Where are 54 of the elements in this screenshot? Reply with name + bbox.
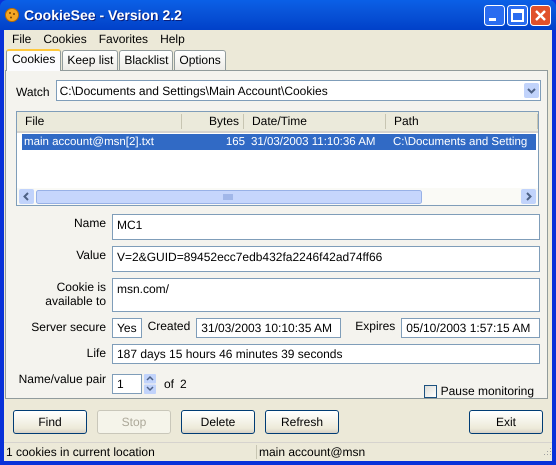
action-button[interactable]: Delete [181, 410, 255, 434]
life-field[interactable]: 187 days 15 hours 46 minutes 39 seconds [112, 344, 540, 364]
field-label: Created [148, 318, 190, 333]
status-text: main account@msn [258, 445, 366, 459]
window-title: CookieSee - Version 2.2 [24, 7, 183, 23]
menu-item[interactable]: Favorites [92, 32, 154, 46]
tab[interactable]: Cookies [6, 49, 62, 71]
minimize-button[interactable] [484, 4, 505, 26]
name-field[interactable]: MC1 [112, 214, 540, 240]
secure-field[interactable]: Yes [112, 318, 142, 338]
table-cell-text: C:\Documents and Setting [392, 136, 528, 148]
field-label: Life [86, 345, 106, 362]
column-header[interactable]: Path [386, 114, 538, 129]
field-label: Name/value pair [18, 371, 106, 388]
value-field[interactable]: V=2&GUID=89452ecc7edb432fa2246f42ad74ff66 [112, 246, 540, 272]
tab[interactable]: Keep list [62, 50, 118, 70]
pair-of-label: of [164, 377, 174, 391]
created-field[interactable]: 31/03/2003 10:10:35 AM [196, 318, 342, 338]
field-label: Server secure [30, 319, 106, 336]
table-cell-text: 31/03/2003 11:10:36 AM [250, 136, 376, 148]
expires-field[interactable]: 05/10/2003 1:57:15 AM [401, 318, 540, 338]
maximize-button[interactable] [507, 4, 528, 26]
column-header[interactable]: File [17, 114, 182, 129]
menu-item[interactable]: Cookies [37, 32, 93, 46]
scrollbar-thumb[interactable] [36, 190, 422, 204]
field-label: Cookie is available to [44, 279, 106, 310]
field-label: Value [75, 247, 106, 264]
scroll-left-button[interactable] [19, 189, 34, 204]
tab[interactable]: Blacklist [119, 50, 174, 70]
menu-item[interactable]: File [6, 32, 38, 46]
table-row[interactable]: main account@msn[2].txt 165 31/03/2003 11:10:36 AM C:\Documents and Setting [22, 134, 536, 150]
close-button[interactable] [530, 4, 551, 26]
column-header[interactable]: Bytes [182, 114, 244, 129]
field-label: Watch [16, 84, 50, 98]
menu-item[interactable]: Help [154, 32, 191, 46]
table-cell-text: 165 [224, 136, 246, 148]
domain-field[interactable]: msn.com/ [112, 278, 540, 312]
pair-total: 2 [180, 377, 187, 391]
field-label: Expires [355, 318, 396, 333]
watch-dropdown[interactable]: C:\Documents and Settings\Main Account\Cookies [56, 80, 541, 101]
action-button[interactable]: Find [13, 410, 87, 434]
column-header[interactable]: Date/Time [244, 114, 386, 129]
tab[interactable]: Options [174, 50, 226, 70]
field-label: Name [72, 215, 106, 232]
cookie-icon [5, 8, 19, 22]
checkbox-label: Pause monitoring [440, 384, 534, 398]
scroll-right-button[interactable] [521, 189, 536, 204]
action-button[interactable]: Exit [469, 410, 543, 434]
spin-arrows-icon[interactable] [144, 374, 156, 394]
status-text: 1 cookies in current location [4, 445, 257, 459]
table-cell-text: main account@msn[2].txt [23, 136, 155, 148]
pair-spinbox[interactable]: 1 [112, 374, 142, 394]
pause-checkbox[interactable] [424, 384, 437, 398]
action-button[interactable]: Refresh [265, 410, 339, 434]
